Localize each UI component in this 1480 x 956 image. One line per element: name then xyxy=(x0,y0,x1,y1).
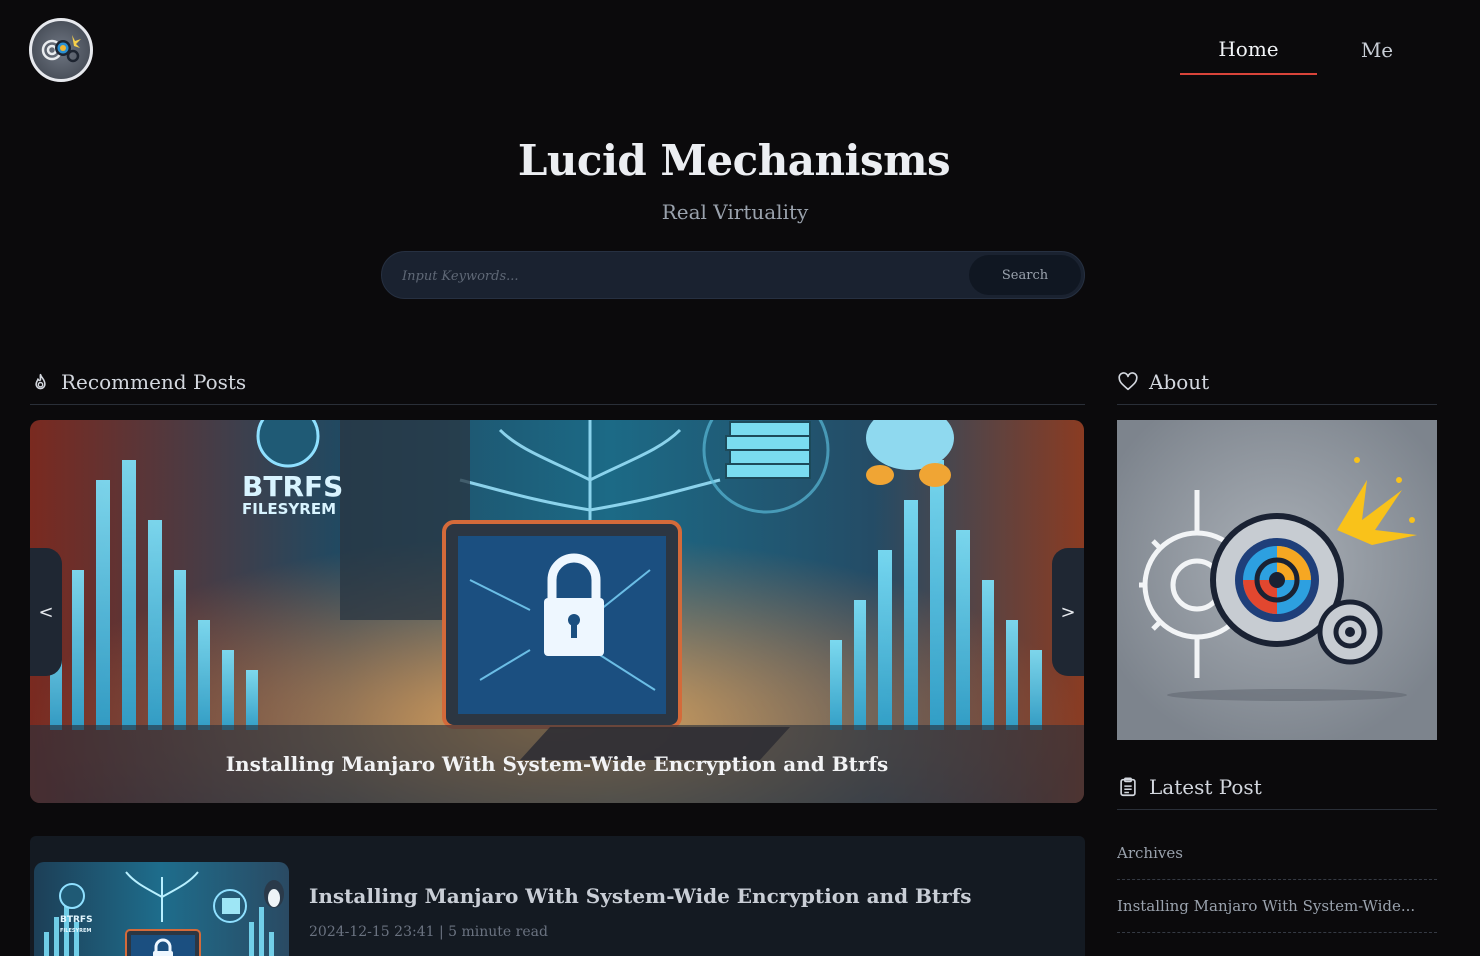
about-header: About xyxy=(1117,370,1437,405)
nav-me[interactable]: Me xyxy=(1317,24,1437,75)
post-thumbnail-image: BTRFS FILESYREM xyxy=(34,862,289,956)
about-title: About xyxy=(1149,370,1210,394)
carousel-next-button[interactable]: > xyxy=(1052,548,1084,676)
post-date: 2024-12-15 23:41 xyxy=(309,924,435,940)
carousel-prev-button[interactable]: < xyxy=(30,548,62,676)
latest-post-list: Archives Installing Manjaro With System-… xyxy=(1117,827,1437,933)
gears-illustration-icon xyxy=(1139,457,1417,701)
recommend-posts-header: Recommend Posts xyxy=(30,370,1085,405)
search-bar: Search xyxy=(381,251,1085,299)
gears-logo-icon xyxy=(41,35,81,63)
carousel-caption[interactable]: Installing Manjaro With System-Wide Encr… xyxy=(30,725,1084,803)
latest-item-archives[interactable]: Archives xyxy=(1117,827,1437,880)
heart-icon xyxy=(1118,372,1138,391)
post-card[interactable]: BTRFS FILESYREM Installing Manjaro With … xyxy=(30,836,1085,956)
clipboard-icon xyxy=(1120,777,1136,797)
main-nav: Home Me xyxy=(1180,24,1437,75)
post-thumbnail[interactable]: BTRFS FILESYREM xyxy=(34,862,289,956)
latest-post-header: Latest Post xyxy=(1117,775,1437,810)
recommend-posts-title: Recommend Posts xyxy=(61,370,247,394)
site-logo[interactable] xyxy=(29,18,93,82)
post-read-time: 5 minute read xyxy=(448,924,548,940)
search-input[interactable] xyxy=(402,264,962,288)
about-image xyxy=(1117,420,1437,740)
latest-post-title: Latest Post xyxy=(1149,775,1262,799)
thumb-text-filesystem: FILESYREM xyxy=(60,928,91,934)
site-subtitle: Real Virtuality xyxy=(661,200,809,224)
flame-icon xyxy=(35,373,46,389)
featured-carousel[interactable]: BTRFS FILESYREM < > Installing Manjaro W… xyxy=(30,420,1084,803)
search-button[interactable]: Search xyxy=(969,255,1081,295)
banner-text-btrfs: BTRFS xyxy=(242,470,343,503)
latest-item-manjaro[interactable]: Installing Manjaro With System-Wide... xyxy=(1117,880,1437,933)
post-meta-separator: | xyxy=(438,924,444,940)
nav-home[interactable]: Home xyxy=(1180,24,1317,75)
site-title: Lucid Mechanisms xyxy=(517,136,951,185)
post-title-link[interactable]: Installing Manjaro With System-Wide Encr… xyxy=(309,884,972,908)
post-meta: 2024-12-15 23:41 | 5 minute read xyxy=(309,924,548,940)
banner-text-filesystem: FILESYREM xyxy=(242,500,336,518)
page: Home Me Lucid Mechanisms Real Virtuality… xyxy=(0,0,1480,956)
thumb-text-btrfs: BTRFS xyxy=(60,915,93,925)
